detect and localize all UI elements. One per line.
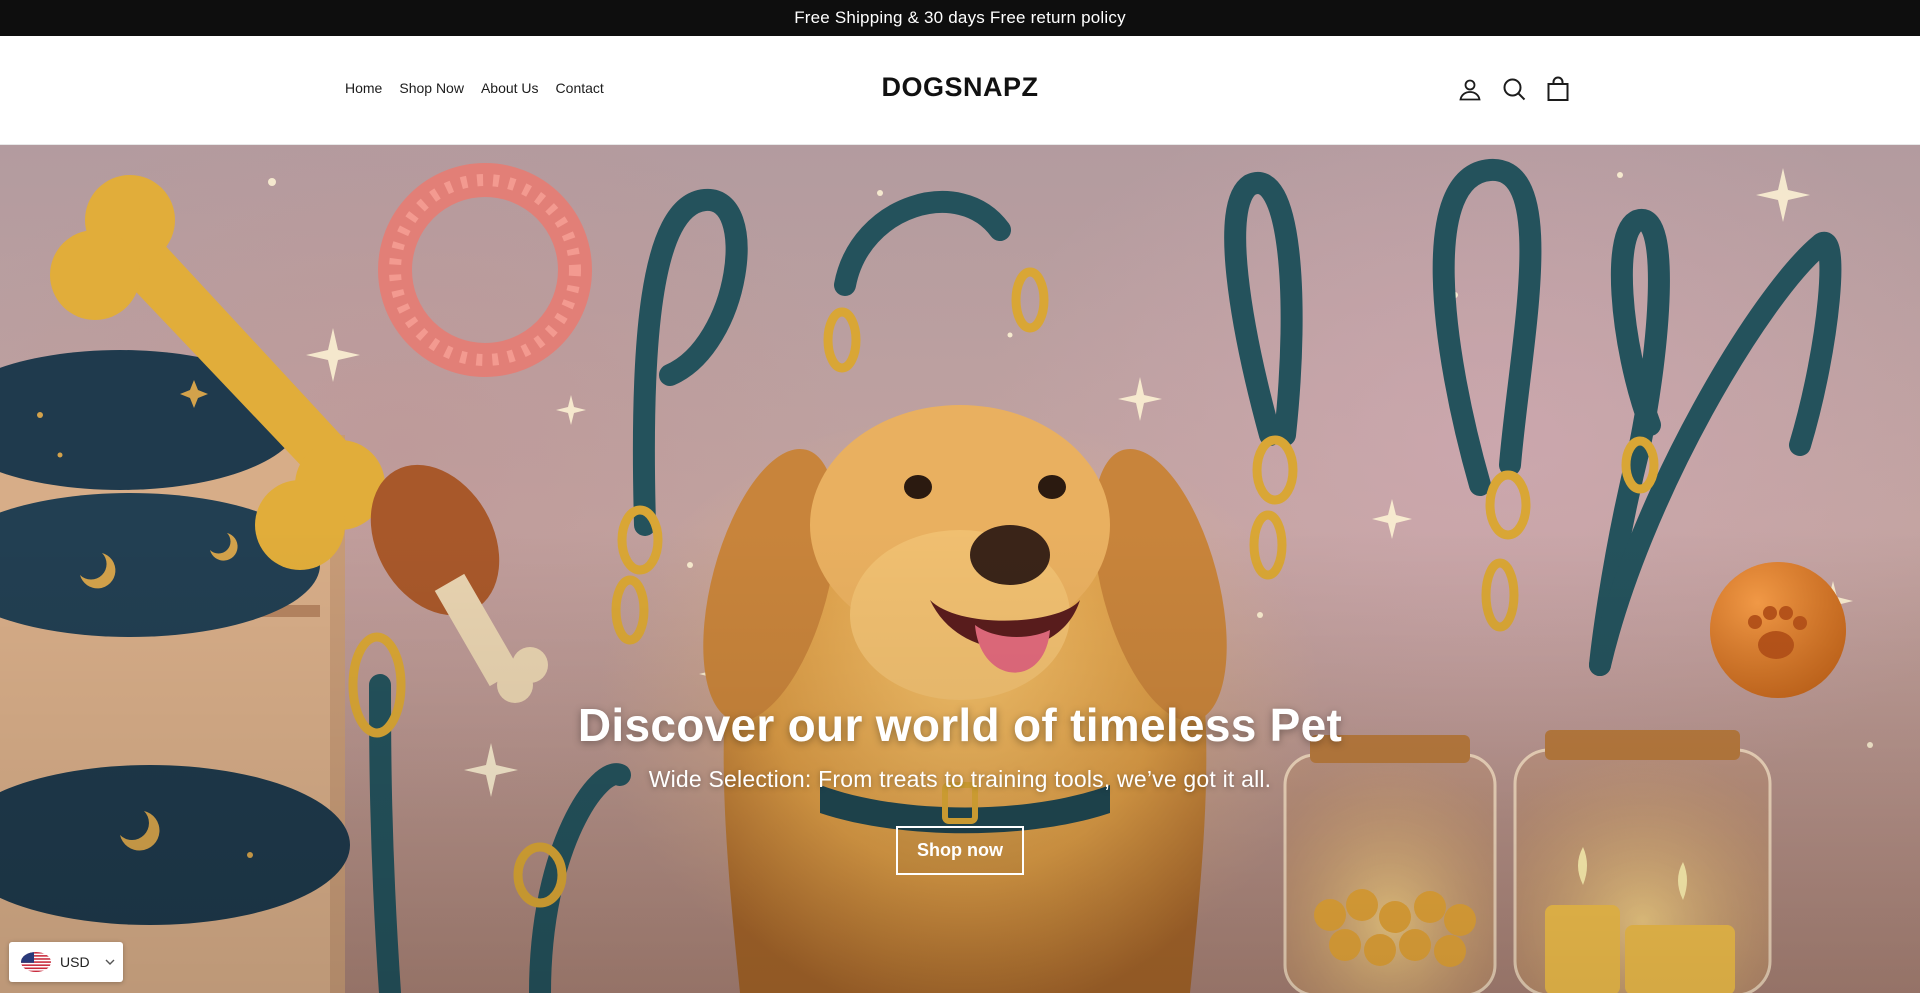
header-icons: [1457, 76, 1571, 102]
account-button[interactable]: [1457, 76, 1483, 102]
site-logo[interactable]: DOGSNAPZ: [881, 72, 1038, 102]
currency-code: USD: [60, 954, 90, 970]
site-header: Home Shop Now About Us Contact DOGSNAPZ: [0, 36, 1920, 145]
nav-contact[interactable]: Contact: [556, 80, 604, 96]
nav-about-us[interactable]: About Us: [481, 80, 539, 96]
site-logo-wrap: DOGSNAPZ: [0, 72, 1920, 103]
currency-selector[interactable]: USD: [9, 942, 123, 982]
chevron-down-icon: [105, 959, 115, 965]
main-nav: Home Shop Now About Us Contact: [345, 80, 604, 96]
hero-subtitle: Wide Selection: From treats to training …: [648, 766, 1272, 792]
announcement-bar: Free Shipping & 30 days Free return poli…: [0, 0, 1920, 36]
nav-home[interactable]: Home: [345, 80, 382, 96]
shop-now-button[interactable]: Shop now: [896, 826, 1024, 875]
search-button[interactable]: [1501, 76, 1527, 102]
hero-title: Discover our world of timeless Pet: [577, 699, 1343, 751]
announcement-text: Free Shipping & 30 days Free return poli…: [794, 8, 1126, 27]
account-icon: [1459, 79, 1481, 101]
cart-icon: [1547, 76, 1569, 101]
us-flag-icon: [21, 952, 51, 972]
nav-shop-now[interactable]: Shop Now: [399, 80, 464, 96]
hero-banner: Discover our world of timeless Pet Wide …: [0, 145, 1920, 993]
search-icon: [1503, 78, 1526, 101]
cart-button[interactable]: [1545, 76, 1571, 102]
